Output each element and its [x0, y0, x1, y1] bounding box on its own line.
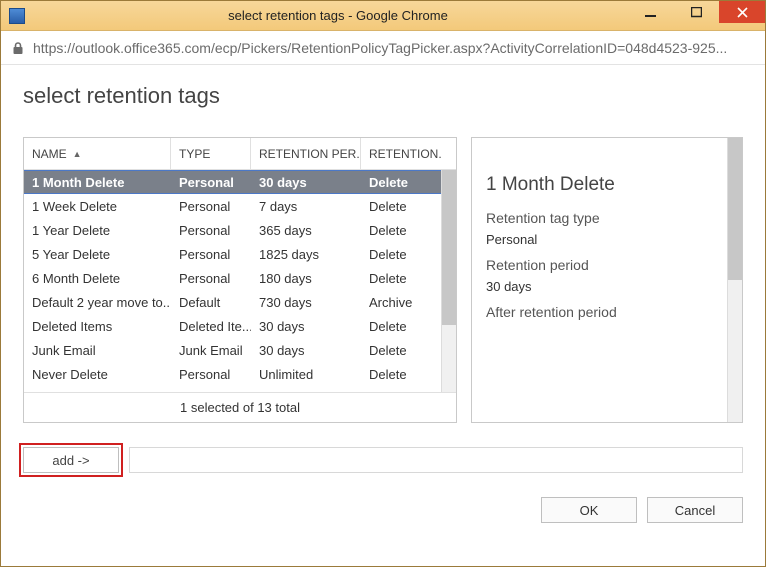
cell-period: 7 days — [251, 194, 361, 218]
page-title: select retention tags — [23, 83, 743, 109]
split-panel: NAME ▲ TYPE RETENTION PER... RETENTION..… — [23, 137, 743, 423]
detail-scrollbar[interactable] — [727, 138, 742, 422]
cell-type: Personal — [171, 362, 251, 386]
list-scrollbar[interactable] — [441, 170, 456, 392]
scrollbar-thumb[interactable] — [728, 138, 742, 280]
close-button[interactable] — [719, 1, 765, 23]
cell-name: 6 Month Delete — [24, 266, 171, 290]
cell-name: Deleted Items — [24, 314, 171, 338]
cell-name: 1 Month Delete — [24, 171, 171, 193]
cell-period: 30 days — [251, 314, 361, 338]
add-input[interactable] — [129, 447, 743, 473]
window-title: select retention tags - Google Chrome — [31, 8, 645, 23]
cell-name: Junk Email — [24, 338, 171, 362]
chrome-window: select retention tags - Google Chrome ht… — [0, 0, 766, 567]
cell-period: 180 days — [251, 266, 361, 290]
table-row[interactable]: Deleted ItemsDeleted Ite...30 daysDelete — [24, 314, 456, 338]
cell-type: Personal — [171, 242, 251, 266]
window-controls — [627, 1, 765, 23]
table-row[interactable]: 1 Week DeletePersonal7 daysDelete — [24, 194, 456, 218]
col-header-action[interactable]: RETENTION... — [361, 138, 441, 169]
cell-period: 730 days — [251, 290, 361, 314]
col-header-name[interactable]: NAME ▲ — [24, 138, 171, 169]
detail-after-label: After retention period — [486, 304, 718, 320]
cell-type: Personal — [171, 194, 251, 218]
lock-icon — [11, 41, 25, 55]
cell-type: Deleted Ite... — [171, 314, 251, 338]
page-content: select retention tags NAME ▲ TYPE RETENT… — [1, 65, 765, 566]
cell-period: 1825 days — [251, 242, 361, 266]
app-icon — [9, 8, 25, 24]
cell-action: Delete — [361, 171, 441, 193]
minimize-button[interactable] — [627, 1, 673, 23]
dialog-buttons: OK Cancel — [23, 497, 743, 523]
url-text[interactable]: https://outlook.office365.com/ecp/Picker… — [33, 40, 727, 56]
cell-type: Personal — [171, 218, 251, 242]
table-row[interactable]: 1 Year DeletePersonal365 daysDelete — [24, 218, 456, 242]
grid-body: 1 Month DeletePersonal30 daysDelete1 Wee… — [24, 170, 456, 392]
detail-type-value: Personal — [486, 232, 718, 247]
table-row[interactable]: 5 Year DeletePersonal1825 daysDelete — [24, 242, 456, 266]
cell-name: Never Delete — [24, 362, 171, 386]
cell-action: Delete — [361, 218, 441, 242]
address-bar: https://outlook.office365.com/ecp/Picker… — [1, 31, 765, 65]
close-icon — [737, 7, 748, 18]
cell-action: Delete — [361, 194, 441, 218]
detail-type-label: Retention tag type — [486, 210, 718, 226]
table-row[interactable]: 6 Month DeletePersonal180 daysDelete — [24, 266, 456, 290]
add-row: add -> — [23, 447, 743, 473]
cell-name: 1 Year Delete — [24, 218, 171, 242]
list-footer: 1 selected of 13 total — [24, 392, 456, 422]
cell-period: 365 days — [251, 218, 361, 242]
table-row[interactable]: 1 Month DeletePersonal30 daysDelete — [24, 170, 456, 194]
cell-action: Archive — [361, 290, 441, 314]
col-header-period[interactable]: RETENTION PER... — [251, 138, 361, 169]
minimize-icon — [645, 7, 656, 18]
cell-action: Delete — [361, 266, 441, 290]
scrollbar-thumb[interactable] — [442, 170, 456, 325]
cell-type: Default — [171, 290, 251, 314]
detail-period-label: Retention period — [486, 257, 718, 273]
cell-period: 30 days — [251, 171, 361, 193]
sort-asc-icon: ▲ — [73, 149, 82, 159]
list-panel: NAME ▲ TYPE RETENTION PER... RETENTION..… — [23, 137, 457, 423]
table-row[interactable]: Junk EmailJunk Email30 daysDelete — [24, 338, 456, 362]
cell-type: Personal — [171, 171, 251, 193]
detail-period-value: 30 days — [486, 279, 718, 294]
cell-type: Junk Email — [171, 338, 251, 362]
col-header-name-label: NAME — [32, 147, 67, 161]
col-header-type[interactable]: TYPE — [171, 138, 251, 169]
cell-action: Delete — [361, 314, 441, 338]
cell-action: Delete — [361, 242, 441, 266]
cell-name: 1 Week Delete — [24, 194, 171, 218]
cell-period: Unlimited — [251, 362, 361, 386]
table-row[interactable]: Never DeletePersonalUnlimitedDelete — [24, 362, 456, 386]
add-button[interactable]: add -> — [23, 447, 119, 473]
cancel-button[interactable]: Cancel — [647, 497, 743, 523]
cell-name: Default 2 year move to... — [24, 290, 171, 314]
cell-period: 30 days — [251, 338, 361, 362]
detail-panel: 1 Month Delete Retention tag type Person… — [471, 137, 743, 423]
table-row[interactable]: Default 2 year move to...Default730 days… — [24, 290, 456, 314]
cell-type: Personal — [171, 266, 251, 290]
titlebar: select retention tags - Google Chrome — [1, 1, 765, 31]
maximize-button[interactable] — [673, 1, 719, 23]
cell-action: Delete — [361, 338, 441, 362]
cell-name: 5 Year Delete — [24, 242, 171, 266]
grid-header: NAME ▲ TYPE RETENTION PER... RETENTION..… — [24, 138, 456, 170]
ok-button[interactable]: OK — [541, 497, 637, 523]
detail-title: 1 Month Delete — [486, 174, 718, 196]
cell-action: Delete — [361, 362, 441, 386]
maximize-icon — [691, 7, 702, 18]
